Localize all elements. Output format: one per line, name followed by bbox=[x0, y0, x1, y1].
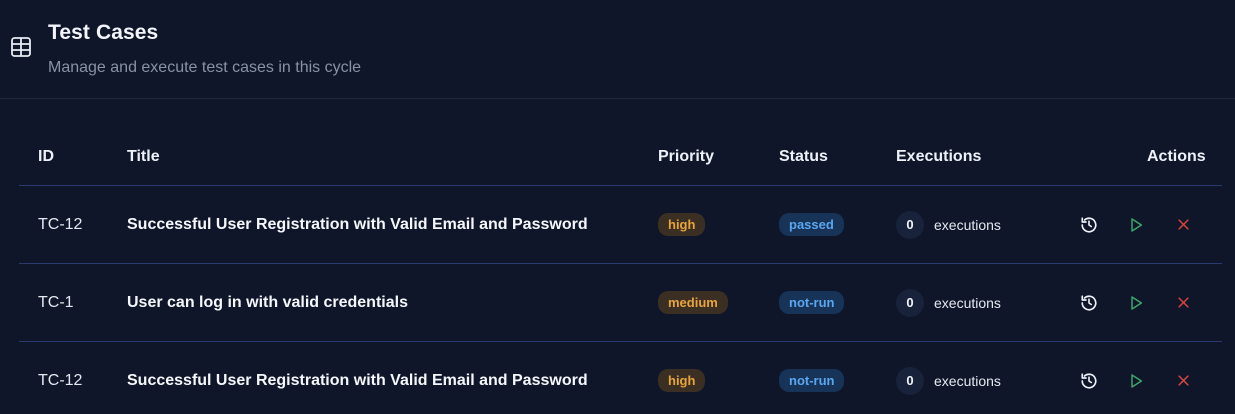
history-button[interactable] bbox=[1077, 369, 1101, 393]
status-cell: not-run bbox=[779, 342, 845, 414]
page-header: Test Cases Manage and execute test cases… bbox=[0, 0, 1235, 99]
table-row[interactable]: TC-1 User can log in with valid credenti… bbox=[19, 264, 1222, 342]
table-row[interactable]: TC-12 Successful User Registration with … bbox=[19, 186, 1222, 264]
column-header-title[interactable]: Title bbox=[127, 148, 160, 166]
priority-badge: high bbox=[658, 213, 706, 236]
history-button[interactable] bbox=[1077, 291, 1101, 315]
test-case-id: TC-12 bbox=[38, 342, 82, 414]
test-case-id-text: TC-12 bbox=[38, 215, 83, 233]
priority-cell: high bbox=[658, 342, 706, 414]
priority-badge: high bbox=[658, 369, 706, 392]
test-cases-page: Test Cases Manage and execute test cases… bbox=[0, 0, 1235, 414]
actions-cell bbox=[1077, 342, 1195, 414]
play-icon bbox=[1131, 373, 1143, 388]
test-case-title-text[interactable]: Successful User Registration with Valid … bbox=[127, 216, 588, 234]
page-subtitle: Manage and execute test cases in this cy… bbox=[48, 59, 362, 76]
status-cell: passed bbox=[779, 186, 844, 263]
status-cell: not-run bbox=[779, 264, 845, 341]
delete-button[interactable] bbox=[1171, 213, 1195, 237]
executions-cell: 0 executions bbox=[896, 342, 1001, 414]
test-case-id: TC-1 bbox=[38, 264, 74, 341]
actions-cell bbox=[1077, 264, 1195, 341]
status-badge: not-run bbox=[779, 291, 845, 314]
status-badge: not-run bbox=[779, 369, 845, 392]
executions-count: 0 bbox=[896, 288, 924, 317]
test-case-title-text[interactable]: Successful User Registration with Valid … bbox=[127, 372, 588, 390]
page-title: Test Cases bbox=[48, 21, 159, 44]
column-header-actions: Actions bbox=[1147, 148, 1206, 165]
test-case-title[interactable]: Successful User Registration with Valid … bbox=[127, 342, 588, 414]
close-icon bbox=[1177, 375, 1189, 386]
test-case-title[interactable]: User can log in with valid credentials bbox=[127, 264, 408, 341]
table-header: ID Title Priority Status Executions Acti… bbox=[19, 130, 1222, 186]
executions-cell: 0 executions bbox=[896, 264, 1001, 341]
table-icon bbox=[11, 37, 31, 57]
test-case-id: TC-12 bbox=[38, 186, 82, 263]
table-body: TC-12 Successful User Registration with … bbox=[19, 186, 1222, 414]
history-icon bbox=[1081, 216, 1097, 233]
executions-count: 0 bbox=[896, 210, 924, 239]
run-button[interactable] bbox=[1124, 291, 1148, 315]
status-badge: passed bbox=[779, 213, 844, 236]
column-header-priority[interactable]: Priority bbox=[658, 148, 714, 166]
delete-button[interactable] bbox=[1171, 291, 1195, 315]
history-button[interactable] bbox=[1077, 213, 1101, 237]
test-case-id-text: TC-1 bbox=[38, 293, 74, 311]
test-case-title[interactable]: Successful User Registration with Valid … bbox=[127, 186, 588, 263]
run-button[interactable] bbox=[1124, 213, 1148, 237]
actions-cell bbox=[1077, 186, 1195, 263]
test-case-title-text[interactable]: User can log in with valid credentials bbox=[127, 294, 408, 312]
close-icon bbox=[1177, 219, 1189, 230]
close-icon bbox=[1177, 297, 1189, 308]
history-icon bbox=[1081, 294, 1097, 311]
test-cases-table: ID Title Priority Status Executions Acti… bbox=[19, 130, 1222, 414]
priority-cell: high bbox=[658, 186, 706, 263]
executions-count: 0 bbox=[896, 366, 924, 395]
column-header-executions[interactable]: Executions bbox=[896, 148, 981, 166]
column-header-status[interactable]: Status bbox=[779, 148, 828, 166]
executions-label: executions bbox=[934, 294, 1001, 311]
executions-label: executions bbox=[934, 216, 1001, 233]
executions-label: executions bbox=[934, 372, 1001, 389]
executions-cell: 0 executions bbox=[896, 186, 1001, 263]
play-icon bbox=[1131, 217, 1143, 232]
history-icon bbox=[1081, 372, 1097, 389]
priority-badge: medium bbox=[658, 291, 728, 314]
run-button[interactable] bbox=[1124, 369, 1148, 393]
delete-button[interactable] bbox=[1171, 369, 1195, 393]
test-case-id-text: TC-12 bbox=[38, 371, 83, 389]
priority-cell: medium bbox=[658, 264, 728, 341]
table-row[interactable]: TC-12 Successful User Registration with … bbox=[19, 342, 1222, 414]
play-icon bbox=[1131, 295, 1143, 310]
column-header-id[interactable]: ID bbox=[38, 148, 54, 166]
